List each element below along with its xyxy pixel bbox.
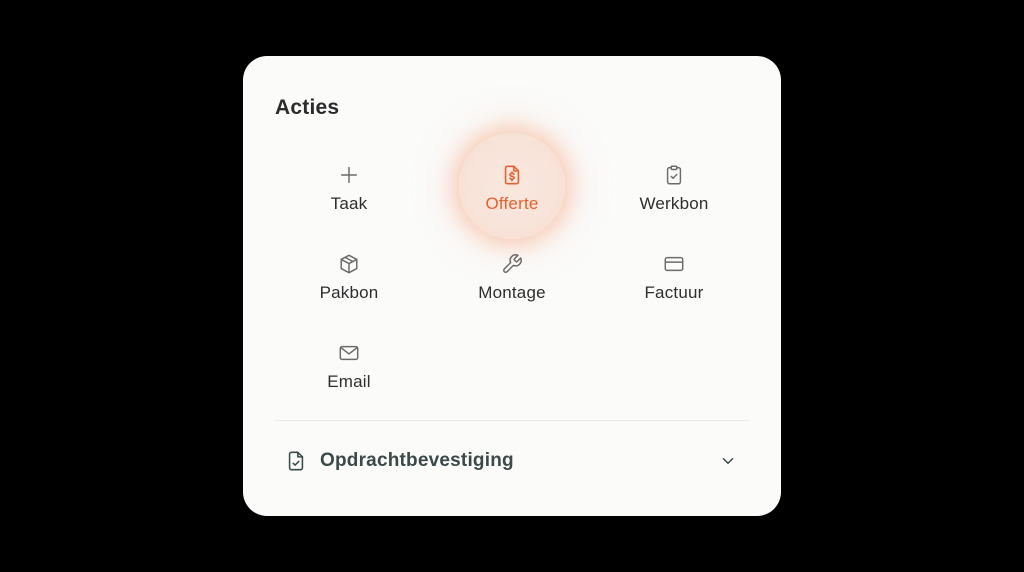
footer-label: Opdrachtbevestiging [320,450,514,471]
action-label: Taak [330,194,368,213]
action-label: Montage [478,283,546,302]
document-dollar-icon [501,164,523,186]
action-werkbon-button[interactable]: Werkbon [614,160,734,236]
credit-card-icon [663,253,685,275]
action-label: Factuur [644,283,704,302]
action-label: Email [327,372,371,391]
action-montage-button[interactable]: Montage [452,249,572,325]
opdrachtbevestiging-toggle[interactable]: Opdrachtbevestiging [275,439,749,483]
wrench-icon [501,253,523,275]
mail-icon [338,342,360,364]
action-label: Offerte [485,194,539,213]
action-label: Pakbon [319,283,379,302]
action-taak-button[interactable]: Taak [289,160,409,236]
package-icon [338,253,360,275]
actions-panel: Acties Taak Offerte Werkbon Pakbon Monta… [243,56,781,516]
action-pakbon-button[interactable]: Pakbon [289,249,409,325]
document-check-icon [285,450,307,472]
action-label: Werkbon [639,194,709,213]
panel-title: Acties [275,96,340,119]
chevron-down-icon[interactable] [719,452,737,470]
action-offerte-button[interactable]: Offerte [452,160,572,236]
action-email-button[interactable]: Email [289,338,409,414]
divider [275,420,749,421]
action-factuur-button[interactable]: Factuur [614,249,734,325]
clipboard-check-icon [663,164,685,186]
plus-icon [338,164,360,186]
